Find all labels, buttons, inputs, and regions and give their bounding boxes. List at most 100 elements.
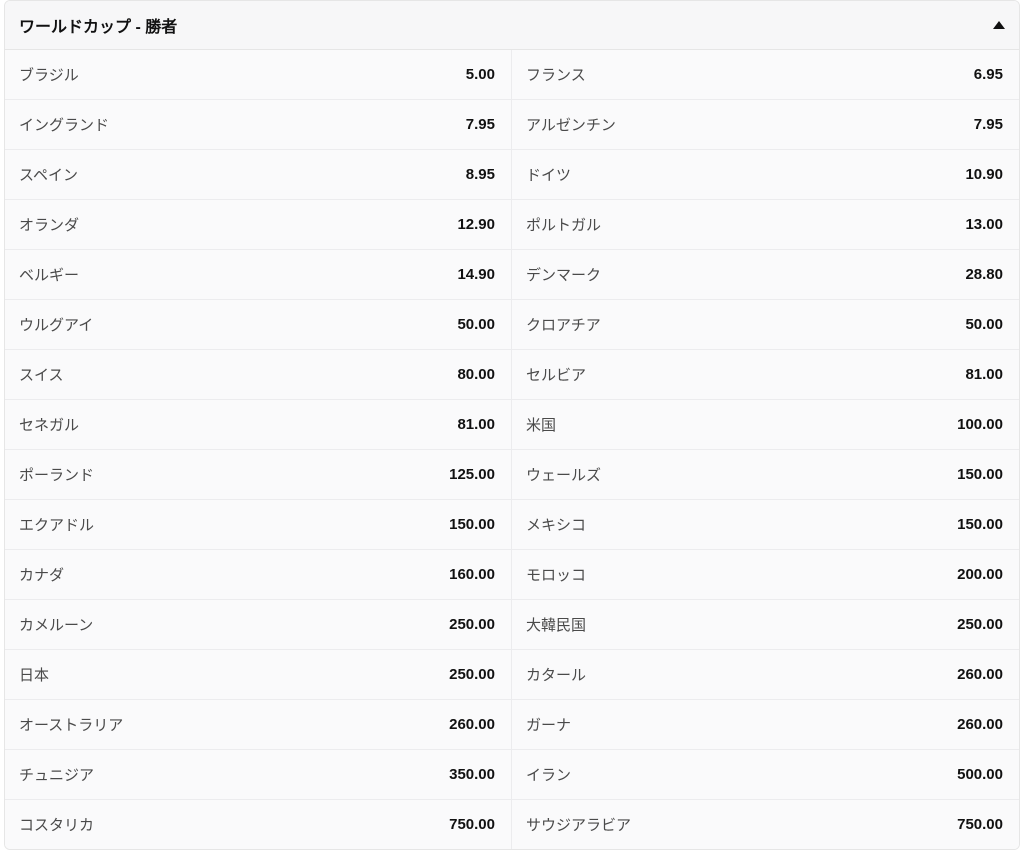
odds-value: 8.95 bbox=[466, 166, 495, 183]
odds-value: 260.00 bbox=[449, 716, 495, 733]
odds-row[interactable]: 大韓民国 250.00 bbox=[512, 599, 1019, 649]
team-name: サウジアラビア bbox=[526, 814, 631, 835]
odds-value: 81.00 bbox=[457, 416, 495, 433]
team-name: セネガル bbox=[19, 414, 79, 435]
odds-value: 250.00 bbox=[449, 666, 495, 683]
odds-row[interactable]: チュニジア 350.00 bbox=[5, 749, 512, 799]
team-name: ウェールズ bbox=[526, 464, 601, 485]
odds-row[interactable]: スイス 80.00 bbox=[5, 349, 512, 399]
odds-value: 750.00 bbox=[957, 816, 1003, 833]
odds-grid: ブラジル 5.00 フランス 6.95 イングランド 7.95 アルゼンチン 7.95 スペイン… bbox=[5, 50, 1019, 849]
team-name: コスタリカ bbox=[19, 814, 94, 835]
team-name: ドイツ bbox=[526, 164, 571, 185]
odds-row[interactable]: ベルギー 14.90 bbox=[5, 249, 512, 299]
odds-row[interactable]: セネガル 81.00 bbox=[5, 399, 512, 449]
odds-row[interactable]: モロッコ 200.00 bbox=[512, 549, 1019, 599]
team-name: メキシコ bbox=[526, 514, 586, 535]
odds-value: 7.95 bbox=[466, 116, 495, 133]
odds-value: 7.95 bbox=[974, 116, 1003, 133]
odds-row[interactable]: イラン 500.00 bbox=[512, 749, 1019, 799]
odds-value: 50.00 bbox=[457, 316, 495, 333]
team-name: ベルギー bbox=[19, 264, 79, 285]
team-name: ガーナ bbox=[526, 714, 571, 735]
odds-row[interactable]: カナダ 160.00 bbox=[5, 549, 512, 599]
odds-row[interactable]: スペイン 8.95 bbox=[5, 149, 512, 199]
team-name: 米国 bbox=[526, 414, 556, 435]
odds-row[interactable]: エクアドル 150.00 bbox=[5, 499, 512, 549]
odds-value: 13.00 bbox=[965, 216, 1003, 233]
panel-title: ワールドカップ - 勝者 bbox=[19, 13, 177, 37]
odds-row[interactable]: コスタリカ 750.00 bbox=[5, 799, 512, 849]
odds-value: 80.00 bbox=[457, 366, 495, 383]
odds-row[interactable]: カタール 260.00 bbox=[512, 649, 1019, 699]
odds-row[interactable]: ドイツ 10.90 bbox=[512, 149, 1019, 199]
odds-row[interactable]: デンマーク 28.80 bbox=[512, 249, 1019, 299]
odds-value: 500.00 bbox=[957, 766, 1003, 783]
odds-row[interactable]: フランス 6.95 bbox=[512, 50, 1019, 99]
odds-value: 28.80 bbox=[965, 266, 1003, 283]
team-name: モロッコ bbox=[526, 564, 586, 585]
odds-row[interactable]: メキシコ 150.00 bbox=[512, 499, 1019, 549]
team-name: デンマーク bbox=[526, 264, 601, 285]
odds-value: 150.00 bbox=[957, 516, 1003, 533]
odds-row[interactable]: 日本 250.00 bbox=[5, 649, 512, 699]
odds-value: 81.00 bbox=[965, 366, 1003, 383]
team-name: アルゼンチン bbox=[526, 114, 616, 135]
odds-row[interactable]: クロアチア 50.00 bbox=[512, 299, 1019, 349]
team-name: カメルーン bbox=[19, 614, 93, 635]
odds-value: 250.00 bbox=[957, 616, 1003, 633]
team-name: チュニジア bbox=[19, 764, 94, 785]
team-name: スペイン bbox=[19, 164, 78, 185]
odds-row[interactable]: アルゼンチン 7.95 bbox=[512, 99, 1019, 149]
odds-row[interactable]: ポーランド 125.00 bbox=[5, 449, 512, 499]
team-name: エクアドル bbox=[19, 514, 94, 535]
odds-value: 50.00 bbox=[965, 316, 1003, 333]
odds-row[interactable]: 米国 100.00 bbox=[512, 399, 1019, 449]
team-name: セルビア bbox=[526, 364, 586, 385]
team-name: イングランド bbox=[19, 114, 109, 135]
odds-row[interactable]: オランダ 12.90 bbox=[5, 199, 512, 249]
odds-row[interactable]: セルビア 81.00 bbox=[512, 349, 1019, 399]
odds-row[interactable]: ガーナ 260.00 bbox=[512, 699, 1019, 749]
team-name: ポルトガル bbox=[526, 214, 601, 235]
team-name: ウルグアイ bbox=[19, 314, 93, 335]
odds-value: 100.00 bbox=[957, 416, 1003, 433]
team-name: フランス bbox=[526, 64, 586, 85]
odds-value: 350.00 bbox=[449, 766, 495, 783]
odds-value: 14.90 bbox=[457, 266, 495, 283]
odds-value: 160.00 bbox=[449, 566, 495, 583]
chevron-up-icon bbox=[993, 21, 1005, 29]
team-name: 日本 bbox=[19, 664, 49, 685]
odds-value: 150.00 bbox=[957, 466, 1003, 483]
team-name: カタール bbox=[526, 664, 586, 685]
team-name: スイス bbox=[19, 364, 64, 385]
odds-row[interactable]: ブラジル 5.00 bbox=[5, 50, 512, 99]
odds-value: 260.00 bbox=[957, 716, 1003, 733]
odds-value: 6.95 bbox=[974, 66, 1003, 83]
team-name: オーストラリア bbox=[19, 714, 123, 735]
odds-panel: ワールドカップ - 勝者 ブラジル5.00フランス6.95イングランド7.95ア… bbox=[4, 0, 1020, 850]
odds-row[interactable]: オーストラリア 260.00 bbox=[5, 699, 512, 749]
odds-row[interactable]: ウルグアイ 50.00 bbox=[5, 299, 512, 349]
odds-value: 5.00 bbox=[466, 66, 495, 83]
odds-value: 150.00 bbox=[449, 516, 495, 533]
team-name: イラン bbox=[526, 764, 571, 785]
odds-value: 260.00 bbox=[957, 666, 1003, 683]
odds-row[interactable]: ウェールズ 150.00 bbox=[512, 449, 1019, 499]
team-name: 大韓民国 bbox=[526, 614, 586, 635]
odds-row[interactable]: カメルーン250.00 bbox=[5, 599, 512, 649]
panel-header[interactable]: ワールドカップ - 勝者 bbox=[5, 1, 1019, 50]
team-name: ブラジル bbox=[19, 64, 79, 85]
odds-value: 200.00 bbox=[957, 566, 1003, 583]
odds-value: 125.00 bbox=[449, 466, 495, 483]
team-name: ポーランド bbox=[19, 464, 94, 485]
odds-row[interactable]: イングランド 7.95 bbox=[5, 99, 512, 149]
team-name: カナダ bbox=[19, 564, 64, 585]
team-name: オランダ bbox=[19, 214, 79, 235]
team-name: クロアチア bbox=[526, 314, 601, 335]
odds-row[interactable]: サウジアラビア 750.00 bbox=[512, 799, 1019, 849]
odds-value: 750.00 bbox=[449, 816, 495, 833]
odds-row[interactable]: ポルトガル 13.00 bbox=[512, 199, 1019, 249]
odds-value: 12.90 bbox=[457, 216, 495, 233]
odds-value: 10.90 bbox=[965, 166, 1003, 183]
